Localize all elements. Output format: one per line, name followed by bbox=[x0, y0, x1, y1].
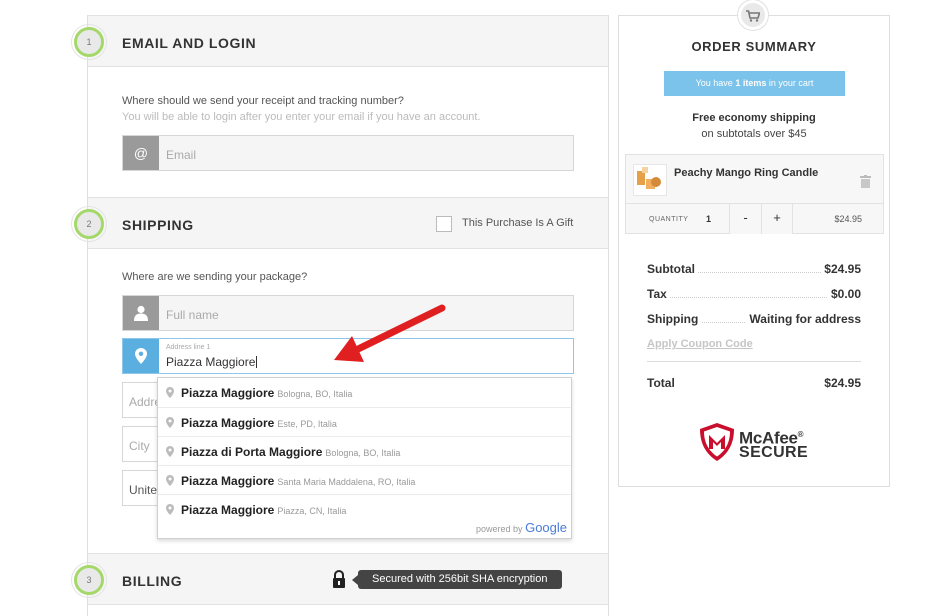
map-pin-icon bbox=[166, 475, 174, 486]
gift-checkbox-label[interactable]: This Purchase Is A Gift bbox=[462, 217, 573, 229]
gift-checkbox[interactable] bbox=[436, 216, 452, 232]
google-logo: Google bbox=[525, 520, 567, 535]
quantity-row: QUANTITY 1 - + $24.95 bbox=[626, 203, 883, 234]
tax-row: Tax $0.00 bbox=[647, 287, 861, 301]
cart-icon bbox=[738, 0, 768, 30]
city-field[interactable]: City bbox=[122, 426, 162, 462]
at-icon: @ bbox=[123, 136, 159, 170]
shipping-row: Shipping Waiting for address bbox=[647, 312, 861, 326]
totals-divider bbox=[647, 361, 861, 362]
shipping-section-title: SHIPPING bbox=[122, 217, 194, 233]
quantity-value: 1 bbox=[706, 214, 712, 224]
free-shipping-title: Free economy shipping bbox=[692, 112, 816, 124]
product-name[interactable]: Peachy Mango Ring Candle bbox=[674, 167, 818, 179]
map-pin-icon bbox=[166, 417, 174, 428]
line-price: $24.95 bbox=[834, 214, 862, 224]
user-icon bbox=[123, 296, 159, 330]
full-name-placeholder: Full name bbox=[166, 308, 219, 322]
address-line1-label: Address line 1 bbox=[166, 344, 211, 351]
autocomplete-suggestion[interactable]: Piazza Maggiore Piazza, CN, Italia bbox=[158, 494, 571, 523]
map-pin-icon bbox=[166, 446, 174, 457]
mcafee-secure-badge: McAfee® SECURE bbox=[698, 422, 808, 467]
email-hint: You will be able to login after you ente… bbox=[122, 111, 481, 123]
mcafee-shield-icon bbox=[700, 423, 734, 461]
email-question: Where should we send your receipt and tr… bbox=[122, 95, 404, 107]
step-badge-1: 1 bbox=[71, 24, 107, 60]
lock-icon bbox=[333, 570, 345, 588]
address-autocomplete-dropdown: Piazza Maggiore Bologna, BO, Italia Piazz… bbox=[157, 377, 572, 539]
autocomplete-suggestion[interactable]: Piazza Maggiore Santa Maria Maddalena, RO… bbox=[158, 465, 571, 494]
free-shipping-note: on subtotals over $45 bbox=[701, 128, 807, 140]
address-line2-field[interactable]: Addre bbox=[122, 382, 162, 418]
country-select[interactable]: Unite bbox=[122, 470, 162, 506]
email-field[interactable]: @ Email bbox=[122, 135, 574, 171]
cart-count-banner: You have 1 items in your cart bbox=[664, 71, 845, 96]
quantity-decrease-button[interactable]: - bbox=[729, 204, 761, 234]
autocomplete-suggestion[interactable]: Piazza Maggiore Bologna, BO, Italia bbox=[158, 378, 571, 407]
location-pin-icon bbox=[123, 339, 159, 373]
autocomplete-suggestion[interactable]: Piazza di Porta Maggiore Bologna, BO, Ita… bbox=[158, 436, 571, 465]
address-line1-value: Piazza Maggiore bbox=[166, 355, 258, 369]
powered-by-google: powered by Google bbox=[476, 520, 567, 535]
cart-item: Peachy Mango Ring Candle QUANTITY 1 - + … bbox=[625, 154, 884, 234]
step-badge-2: 2 bbox=[71, 206, 107, 242]
email-section-header[interactable]: 1 EMAIL AND LOGIN bbox=[71, 15, 608, 67]
billing-section-header[interactable]: 3 BILLING Secured with 256bit SHA encryp… bbox=[71, 553, 608, 605]
red-arrow-icon bbox=[334, 304, 446, 362]
order-summary-title: ORDER SUMMARY bbox=[691, 39, 817, 54]
shipping-section-header[interactable]: 2 SHIPPING This Purchase Is A Gift bbox=[71, 197, 608, 249]
autocomplete-suggestion[interactable]: Piazza Maggiore Este, PD, Italia bbox=[158, 407, 571, 436]
order-summary-panel: ORDER SUMMARY You have 1 items in your c… bbox=[618, 0, 890, 487]
trash-icon[interactable] bbox=[860, 175, 871, 188]
email-placeholder: Email bbox=[166, 148, 197, 162]
quantity-increase-button[interactable]: + bbox=[761, 204, 793, 234]
map-pin-icon bbox=[166, 387, 174, 398]
shipping-question: Where are we sending your package? bbox=[122, 271, 308, 283]
email-section-title: EMAIL AND LOGIN bbox=[122, 35, 257, 51]
subtotal-row: Subtotal $24.95 bbox=[647, 262, 861, 276]
apply-coupon-link[interactable]: Apply Coupon Code bbox=[647, 338, 753, 350]
product-thumbnail bbox=[633, 164, 667, 196]
map-pin-icon bbox=[166, 504, 174, 515]
step-badge-3: 3 bbox=[71, 562, 107, 598]
total-row: Total $24.95 bbox=[647, 376, 861, 390]
secure-encryption-badge: Secured with 256bit SHA encryption bbox=[352, 570, 562, 589]
billing-section-title: BILLING bbox=[122, 573, 183, 589]
quantity-label: QUANTITY bbox=[649, 216, 689, 223]
